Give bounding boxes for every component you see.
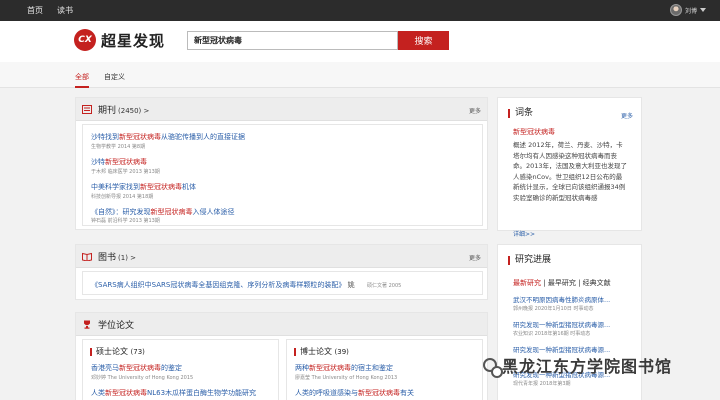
list-item[interactable]: 沙特找到新型冠状病毒从骆驼传播到人的直接证据 — [91, 132, 245, 142]
book-icon — [82, 252, 92, 261]
journals-list: 沙特找到新型冠状病毒从骆驼传播到人的直接证据 生物学教学 2014 第8期 沙特… — [82, 124, 483, 226]
list-item[interactable]: 两种新型冠状病毒的宿主和鉴定 — [295, 363, 393, 373]
theses-section: 学位论文 硕士论文 (73) 香港亮马新型冠状病毒的鉴定 邓妙婷 The Uni… — [75, 312, 488, 400]
list-item-meta: 郭州晚报 2020年1月10日 时事动态 — [513, 306, 594, 312]
list-item-meta: 于木邦 临床医学 2013 第13期 — [91, 169, 160, 175]
list-item-meta: 科技创新导报 2014 第18期 — [91, 194, 154, 200]
journals-section: 期刊 (2450) > 更多 沙特找到新型冠状病毒从骆驼传播到人的直接证据 生物学… — [75, 97, 488, 230]
tab-classic[interactable]: 经典文献 — [583, 279, 611, 287]
theses-header: 学位论文 — [76, 313, 487, 336]
header: CX 超星发现 新型冠状病毒 搜索 — [0, 21, 720, 62]
user-menu[interactable]: 刘博 — [669, 4, 706, 16]
glossary-title: 词条 — [508, 109, 533, 118]
research-title: 研究进展 — [508, 256, 551, 265]
glossary-panel: 词条 更多 新型冠状病毒 概述 2012年，荷兰、丹麦、沙特，卡塔尔均有人因感染… — [497, 97, 642, 238]
list-item[interactable]: 香港亮马新型冠状病毒的鉴定 — [91, 363, 182, 373]
journals-header: 期刊 (2450) > 更多 — [76, 98, 487, 121]
books-list: 《SARS病人组织中SARS冠状病毒全基因组克隆、序列分析及病毒样颗粒的装配》 … — [82, 271, 483, 295]
active-tab-indicator — [75, 86, 89, 88]
journal-icon — [82, 105, 92, 114]
filter-tabs: 全部 自定义 — [0, 62, 720, 88]
glossary-description: 概述 2012年，荷兰、丹麦、沙特，卡塔尔均有人因感染这种冠状病毒而丧命。201… — [513, 141, 628, 202]
list-item-meta: 钟石磊 前沿科学 2013 第13期 — [91, 218, 160, 224]
glossary-more-link[interactable]: 更多 — [621, 111, 633, 120]
search-input[interactable]: 新型冠状病毒 — [187, 31, 398, 50]
user-name[interactable]: 刘博 — [685, 6, 697, 15]
list-item-meta: 生物学教学 2014 第8期 — [91, 144, 146, 150]
list-item[interactable]: 《自然》：研究发现新型冠状病毒入侵人体途径 — [91, 207, 235, 217]
glossary-term[interactable]: 新型冠状病毒 — [513, 127, 555, 137]
tab-all[interactable]: 全部 — [75, 72, 89, 82]
list-item-meta: 农业知识 2018年第16期 时事动态 — [513, 331, 591, 337]
chevron-down-icon[interactable] — [700, 8, 706, 12]
glossary-detail-link[interactable]: 详细>> — [513, 229, 535, 238]
list-item-meta: 硕仁文著 2005 — [367, 283, 402, 289]
list-item-meta: 现代青年报 2018年第3期 — [513, 381, 571, 387]
research-subtabs: 最新研究 | 最早研究 | 经典文献 — [513, 279, 611, 287]
list-item[interactable]: 中美科学家找到新型冠状病毒机体 — [91, 182, 196, 192]
phd-theses-title[interactable]: 博士论文 (39) — [294, 348, 349, 356]
list-item-meta: 廖嘉莹 The University of Hong Kong 2013 — [295, 375, 398, 381]
journals-more-link[interactable]: 更多 — [469, 106, 481, 115]
list-item[interactable]: 人类的呼吸道感染与新型冠状病毒有关 — [295, 388, 414, 398]
tab-custom[interactable]: 自定义 — [104, 72, 125, 82]
trophy-icon — [84, 320, 90, 329]
theses-title[interactable]: 学位论文 — [98, 318, 134, 331]
books-more-link[interactable]: 更多 — [469, 253, 481, 262]
tab-earliest[interactable]: 最早研究 — [548, 279, 576, 287]
list-item[interactable]: 武汉不明原因病毒性肺炎病原体... — [513, 294, 610, 304]
master-theses-card: 硕士论文 (73) 香港亮马新型冠状病毒的鉴定 邓妙婷 The Universi… — [82, 339, 279, 400]
logo[interactable]: CX 超星发现 — [74, 29, 165, 51]
journals-title[interactable]: 期刊 (2450) > — [98, 103, 149, 116]
watermark-text: 黑龙江东方学院图书馆 — [502, 357, 673, 376]
top-nav-bar: 首页 读书 刘博 — [0, 0, 720, 21]
logo-text: 超星发现 — [101, 31, 166, 50]
list-item-meta: 邓妙婷 The University of Hong Kong 2015 — [91, 375, 194, 381]
list-item[interactable]: 《SARS病人组织中SARS冠状病毒全基因组克隆、序列分析及病毒样颗粒的装配》 … — [91, 280, 355, 290]
books-title[interactable]: 图书 (1) > — [98, 250, 136, 263]
logo-icon: CX — [74, 29, 96, 51]
tab-latest[interactable]: 最新研究 — [513, 279, 541, 287]
phd-theses-card: 博士论文 (39) 两种新型冠状病毒的宿主和鉴定 廖嘉莹 The Univers… — [286, 339, 483, 400]
avatar[interactable] — [669, 4, 682, 16]
books-header: 图书 (1) > 更多 — [76, 245, 487, 268]
nav-home[interactable]: 首页 — [27, 5, 43, 16]
books-section: 图书 (1) > 更多 《SARS病人组织中SARS冠状病毒全基因组克隆、序列分析… — [75, 244, 488, 300]
list-item[interactable]: 研究发现一种新型猪冠状病毒源... — [513, 319, 610, 329]
master-theses-title[interactable]: 硕士论文 (73) — [90, 348, 145, 356]
list-item[interactable]: 人类新型冠状病毒NL63木瓜样蛋白酶生物学功能研究 — [91, 388, 256, 398]
list-item[interactable]: 沙特新型冠状病毒 — [91, 157, 147, 167]
search-button[interactable]: 搜索 — [398, 31, 449, 50]
watermark: 黑龙江东方学院图书馆 — [483, 353, 673, 378]
wechat-icon — [483, 358, 503, 378]
nav-books[interactable]: 读书 — [57, 5, 73, 16]
